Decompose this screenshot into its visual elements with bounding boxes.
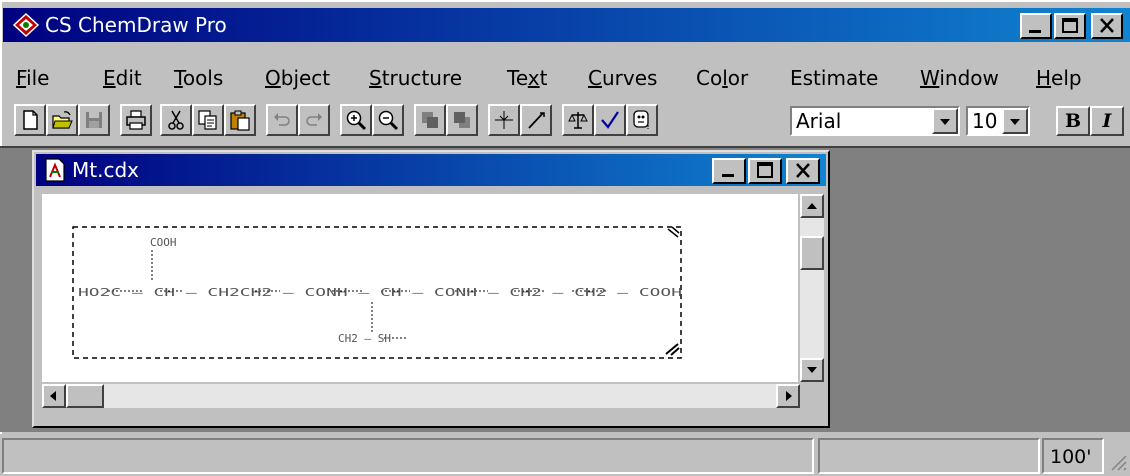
menu-text[interactable]: Text: [507, 63, 547, 93]
redo-icon: [306, 113, 322, 126]
vertical-scroll-thumb[interactable]: [800, 236, 824, 270]
toolbar: Arial 10 B I: [14, 104, 1130, 140]
menu-object[interactable]: Object: [265, 63, 330, 93]
menu-color[interactable]: Color: [696, 63, 748, 93]
paste-button[interactable]: [224, 104, 256, 136]
zoom-level: 100': [1050, 446, 1092, 468]
arrow-up-icon: [807, 203, 817, 209]
scroll-up-button[interactable]: [800, 194, 824, 218]
scroll-right-button[interactable]: [776, 384, 800, 408]
balance-scale-icon: [568, 112, 588, 129]
open-folder-icon: [52, 111, 73, 129]
italic-button[interactable]: I: [1090, 106, 1124, 136]
minimize-button[interactable]: [1020, 13, 1052, 39]
mass-balance-button[interactable]: [562, 104, 594, 136]
vertical-scrollbar[interactable]: [800, 194, 824, 382]
arrow-right-icon: [786, 391, 792, 401]
menu-file[interactable]: File: [16, 63, 49, 93]
paste-clipboard-icon: [230, 110, 250, 131]
crosshair-icon: [495, 111, 513, 129]
resize-grip-icon[interactable]: [1108, 452, 1128, 472]
document-titlebar[interactable]: Mt.cdx: [36, 154, 826, 186]
menu-help[interactable]: Help: [1036, 63, 1082, 93]
document-title: Mt.cdx: [72, 158, 139, 182]
structure-drawing[interactable]: HO2C — CH — CH2CH2 — CONH — CH — CONH — …: [42, 194, 798, 382]
bring-to-front-button[interactable]: [414, 104, 446, 136]
printer-icon: [126, 110, 146, 130]
document-window: Mt.cdx HO2C — CH — CH2CH2 — CONH — CH — …: [32, 150, 830, 428]
undo-button[interactable]: [266, 104, 298, 136]
font-name-dropdown-button[interactable]: [932, 108, 958, 134]
print-button[interactable]: [120, 104, 152, 136]
status-bar: 100': [0, 434, 1130, 476]
scroll-down-button[interactable]: [800, 358, 824, 382]
resize-handle-icon[interactable]: [667, 226, 680, 238]
font-size-select[interactable]: 10: [966, 106, 1030, 136]
bring-to-front-icon: [422, 112, 438, 128]
status-info-pane: [818, 438, 1040, 474]
open-button[interactable]: [46, 104, 78, 136]
drawing-canvas[interactable]: HO2C — CH — CH2CH2 — CONH — CH — CONH — …: [42, 194, 798, 382]
copy-button[interactable]: [192, 104, 224, 136]
chemdraw-app-icon: [13, 13, 39, 37]
send-to-back-button[interactable]: [446, 104, 478, 136]
chevron-down-icon: [1010, 119, 1020, 125]
templates-button[interactable]: [626, 104, 658, 136]
send-to-back-icon: [454, 112, 470, 128]
horizontal-scroll-thumb[interactable]: [66, 384, 104, 408]
diagonal-bond-icon: [528, 112, 545, 129]
menu-bar: File Edit Tools Object Structure Text Cu…: [3, 63, 1127, 97]
rotate-handle-icon[interactable]: [665, 343, 680, 356]
save-disk-icon: [86, 112, 102, 128]
chevron-down-icon: [940, 119, 950, 125]
structure-main-chain: HO2C — CH — CH2CH2 — CONH — CH — CONH — …: [78, 286, 682, 299]
template-face-icon: [633, 110, 649, 129]
scroll-left-button[interactable]: [42, 384, 66, 408]
cdx-document-icon: [45, 158, 65, 182]
menu-window[interactable]: Window: [920, 63, 999, 93]
new-document-icon: [23, 110, 38, 130]
bold-button[interactable]: B: [1056, 106, 1090, 136]
new-document-button[interactable]: [14, 104, 46, 136]
font-name-value: Arial: [796, 109, 842, 133]
status-message-pane: [2, 438, 814, 474]
zoom-in-icon: [346, 110, 367, 131]
menu-structure[interactable]: Structure: [369, 63, 462, 93]
arrow-down-icon: [807, 367, 817, 373]
center-align-button[interactable]: [488, 104, 520, 136]
app-title: CS ChemDraw Pro: [45, 13, 227, 37]
structure-branch-bottom: CH2 — SH: [338, 332, 391, 345]
close-button[interactable]: [1091, 13, 1123, 39]
zoom-in-button[interactable]: [340, 104, 372, 136]
doc-maximize-button[interactable]: [748, 158, 782, 184]
bond-tool-button[interactable]: [520, 104, 552, 136]
arrow-left-icon: [50, 391, 56, 401]
copy-icon: [198, 110, 217, 130]
doc-minimize-button[interactable]: [712, 158, 746, 184]
maximize-button[interactable]: [1054, 13, 1086, 39]
doc-close-button[interactable]: [786, 158, 820, 184]
redo-button[interactable]: [298, 104, 330, 136]
menu-curves[interactable]: Curves: [588, 63, 657, 93]
check-structure-button[interactable]: [594, 104, 626, 136]
zoom-out-button[interactable]: [372, 104, 404, 136]
font-name-select[interactable]: Arial: [790, 106, 960, 136]
menu-tools[interactable]: Tools: [174, 63, 223, 93]
checkmark-icon: [601, 111, 619, 129]
save-button[interactable]: [78, 104, 110, 136]
zoom-pane: 100': [1042, 438, 1104, 474]
structure-branch-top: COOH: [150, 236, 177, 249]
menu-estimate[interactable]: Estimate: [790, 63, 878, 93]
scissors-icon: [168, 110, 184, 130]
font-size-value: 10: [972, 109, 998, 133]
undo-icon: [274, 113, 290, 126]
horizontal-scrollbar[interactable]: [42, 384, 800, 408]
cut-button[interactable]: [160, 104, 192, 136]
app-titlebar[interactable]: CS ChemDraw Pro: [3, 8, 1130, 42]
font-size-dropdown-button[interactable]: [1002, 108, 1028, 134]
zoom-out-icon: [378, 110, 399, 131]
menu-edit[interactable]: Edit: [103, 63, 142, 93]
